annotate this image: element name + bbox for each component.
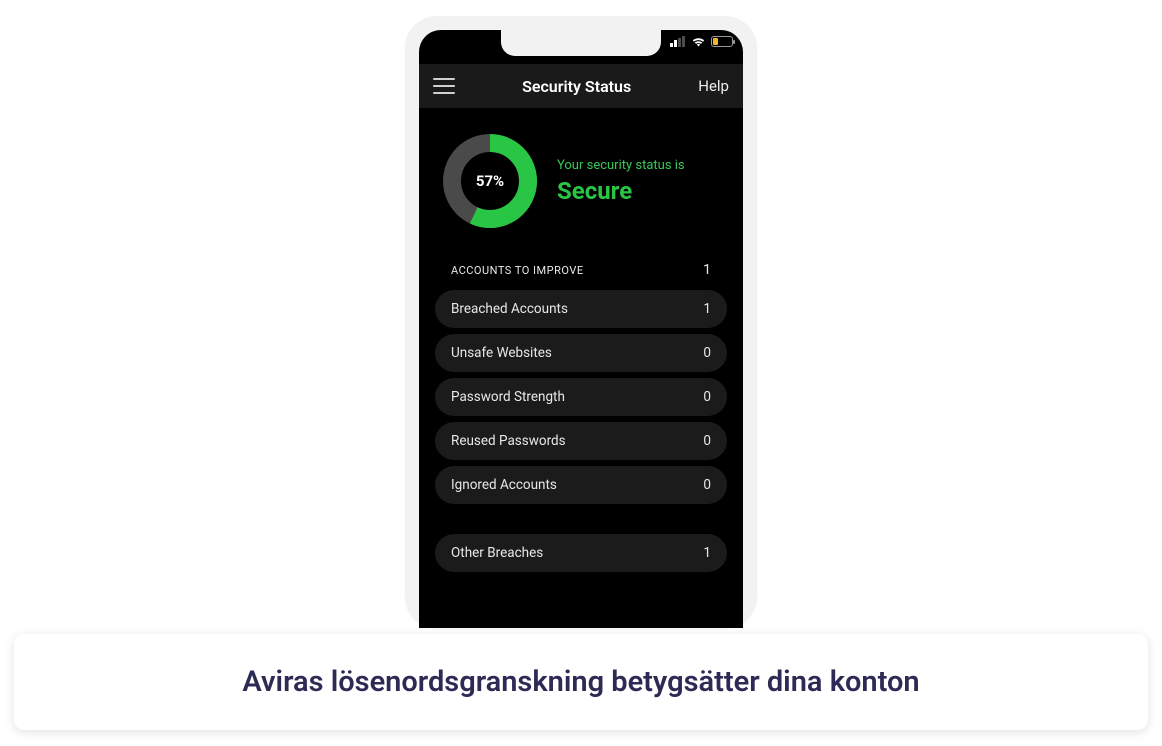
list-item-count: 0 [703,345,711,361]
list-item-label: Other Breaches [451,545,543,561]
list-item-count: 1 [703,545,711,561]
list-item-breached-accounts[interactable]: Breached Accounts 1 [435,290,727,328]
list-item-unsafe-websites[interactable]: Unsafe Websites 0 [435,334,727,372]
menu-icon[interactable] [433,78,455,94]
list-item-label: Breached Accounts [451,301,568,317]
section-heading-count: 1 [703,262,711,278]
list-item-reused-passwords[interactable]: Reused Passwords 0 [435,422,727,460]
progress-percent: 57% [441,132,539,230]
section-heading-label: ACCOUNTS TO IMPROVE [451,264,584,277]
app-header: Security Status Help [419,64,743,108]
wifi-icon [691,36,706,47]
list-item-label: Password Strength [451,389,565,405]
security-status-summary: 57% Your security status is Secure [435,128,727,252]
progress-donut: 57% [441,132,539,230]
list-item-count: 0 [703,389,711,405]
accounts-list: Breached Accounts 1 Unsafe Websites 0 Pa… [435,290,727,572]
caption-card: Aviras lösenordsgranskning betygsätter d… [14,634,1148,730]
status-label: Your security status is [557,158,685,173]
list-item-count: 0 [703,433,711,449]
phone-frame: Security Status Help 57% Your security s… [405,16,757,628]
list-item-other-breaches[interactable]: Other Breaches 1 [435,534,727,572]
list-item-count: 0 [703,477,711,493]
list-item-count: 1 [703,301,711,317]
list-item-label: Unsafe Websites [451,345,552,361]
battery-icon [711,36,733,47]
caption-text: Aviras lösenordsgranskning betygsätter d… [242,664,919,700]
cellular-icon [670,36,686,47]
status-bar-right [670,36,733,47]
status-value: Secure [557,177,685,205]
list-item-password-strength[interactable]: Password Strength 0 [435,378,727,416]
help-button[interactable]: Help [698,77,729,95]
list-item-ignored-accounts[interactable]: Ignored Accounts 0 [435,466,727,504]
list-item-label: Ignored Accounts [451,477,557,493]
phone-notch [501,30,661,56]
phone-screen: Security Status Help 57% Your security s… [419,30,743,628]
status-time-redacted [429,34,469,52]
list-item-label: Reused Passwords [451,433,566,449]
section-heading: ACCOUNTS TO IMPROVE 1 [435,252,727,290]
content-area: 57% Your security status is Secure ACCOU… [419,108,743,628]
page-title: Security Status [522,77,631,96]
